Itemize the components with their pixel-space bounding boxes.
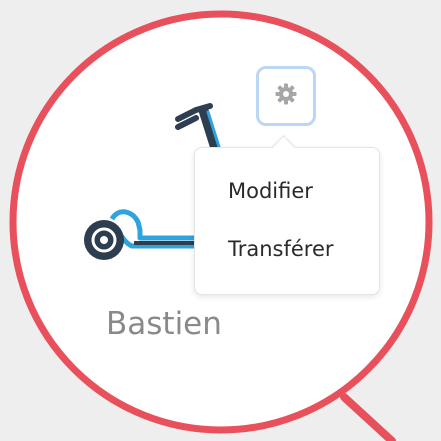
settings-button[interactable] xyxy=(256,66,316,126)
modify-menu-item[interactable]: Modifier xyxy=(228,179,313,203)
magnified-view: Modifier Transférer Bastien xyxy=(0,0,441,441)
gear-icon xyxy=(274,82,298,110)
context-menu: Modifier Transférer xyxy=(194,147,380,295)
scooter-owner-name: Bastien xyxy=(106,306,222,342)
transfer-menu-item[interactable]: Transférer xyxy=(228,237,334,261)
